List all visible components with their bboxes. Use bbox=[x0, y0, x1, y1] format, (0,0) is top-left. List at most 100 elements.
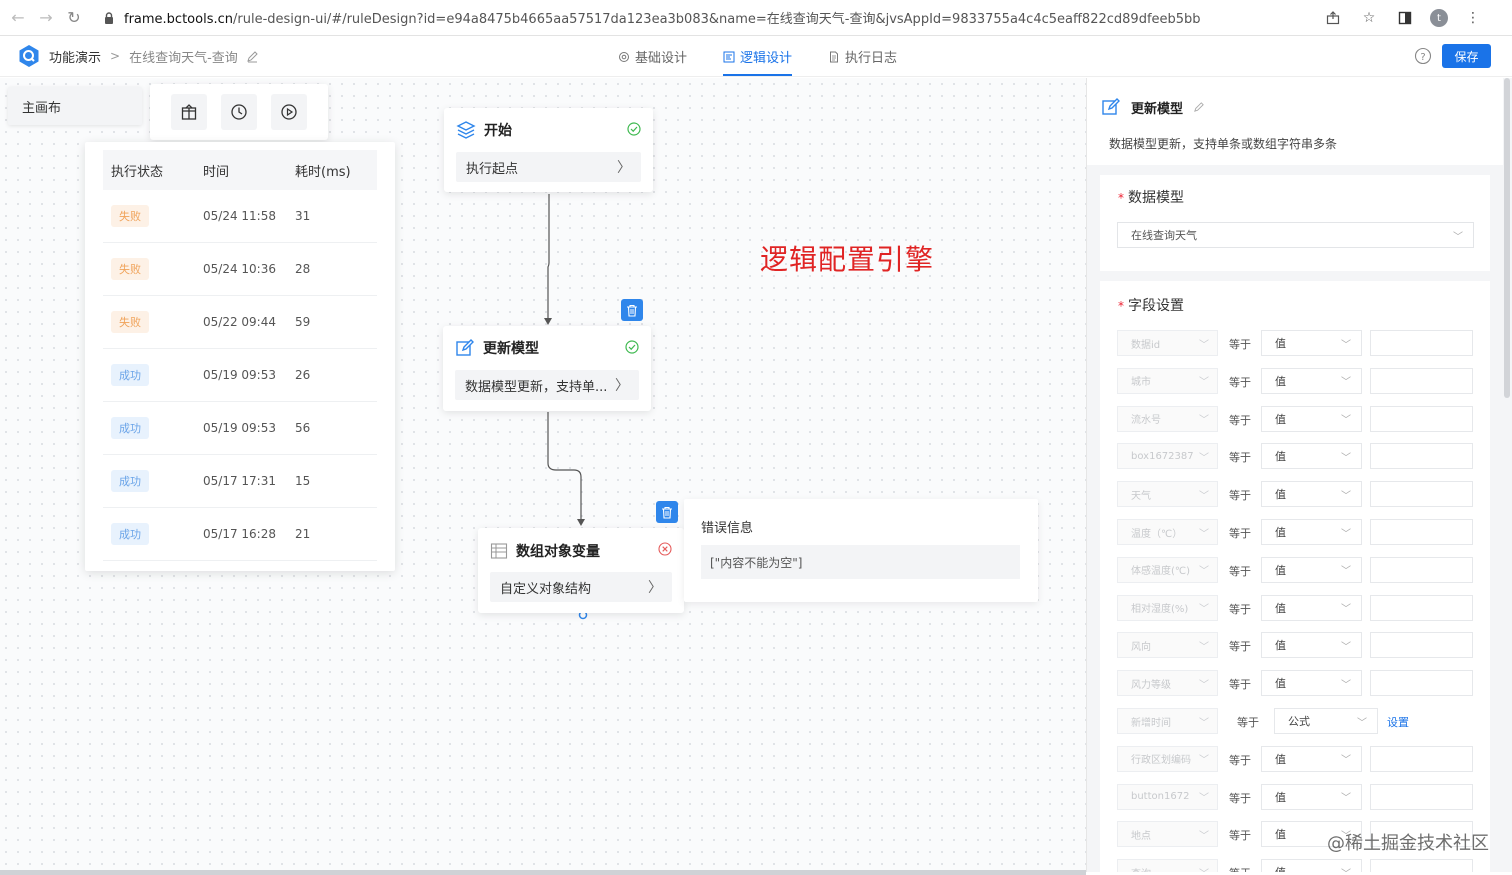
field-name-select[interactable]: 天气 ﹀ bbox=[1117, 481, 1218, 508]
chevron-down-icon: ﹀ bbox=[1341, 865, 1351, 872]
value-type-select[interactable]: 值﹀ bbox=[1261, 519, 1362, 545]
field-name-select[interactable]: 流水号 ﹀ bbox=[1117, 405, 1218, 432]
properties-title: 更新模型 bbox=[1101, 97, 1205, 117]
field-name-select[interactable]: 查询 ﹀ bbox=[1117, 859, 1218, 872]
field-value-input[interactable] bbox=[1370, 367, 1473, 394]
connector-update-array bbox=[547, 412, 582, 523]
value-type-select[interactable]: 值﹀ bbox=[1261, 859, 1362, 872]
field-row: 城市 ﹀ 等于值 ﹀ bbox=[1117, 367, 1477, 394]
share-icon[interactable] bbox=[1322, 7, 1344, 29]
equals-label: 等于 bbox=[1229, 338, 1251, 351]
field-row: 体感温度(℃) ﹀ 等于值 ﹀ bbox=[1117, 556, 1477, 583]
field-name-select[interactable]: 温度（℃） ﹀ bbox=[1117, 519, 1218, 545]
tab-logic-design[interactable]: 逻辑设计 bbox=[723, 36, 793, 77]
edit-pencil-icon[interactable] bbox=[1193, 101, 1205, 113]
value-type-select[interactable]: 值﹀ bbox=[1261, 443, 1362, 470]
field-value-input[interactable] bbox=[1370, 519, 1473, 545]
equals-label: 等于 bbox=[1229, 829, 1251, 843]
tab-basic-design[interactable]: 基础设计 bbox=[618, 36, 687, 77]
equals-label: 等于 bbox=[1229, 413, 1251, 427]
field-name-select[interactable]: 行政区划编码 ﹀ bbox=[1117, 745, 1218, 772]
equals-label: 等于 bbox=[1229, 451, 1251, 465]
vertical-scrollbar[interactable] bbox=[1504, 78, 1510, 398]
back-arrow-icon[interactable]: ← bbox=[4, 4, 32, 32]
chevron-down-icon: ﹀ bbox=[1341, 679, 1351, 691]
field-name-select[interactable]: 城市 ﹀ bbox=[1117, 367, 1218, 394]
node-body[interactable]: 执行起点 〉 bbox=[456, 152, 641, 182]
node-update-model[interactable]: 更新模型 数据模型更新，支持单... 〉 bbox=[443, 326, 651, 411]
node-array-object[interactable]: 数组对象变量 自定义对象结构 〉 bbox=[478, 528, 684, 613]
field-settings-label: * 字段设置 bbox=[1118, 295, 1184, 315]
value-type-select[interactable]: 值﹀ bbox=[1261, 481, 1362, 508]
edit-box-icon bbox=[1102, 98, 1120, 115]
value-type-select[interactable]: 值﹀ bbox=[1261, 745, 1362, 772]
horizontal-scrollbar[interactable] bbox=[0, 870, 1086, 875]
error-title: 错误信息 bbox=[701, 521, 754, 536]
value-type-select[interactable]: 值﹀ bbox=[1261, 330, 1362, 356]
flow-canvas[interactable]: 主画布 执行状态 时间 耗时(ms) 失败 05/24 11:58 31 失败 05/2… bbox=[0, 78, 1086, 872]
value-type-select[interactable]: 值﹀ bbox=[1261, 632, 1362, 659]
field-name-select[interactable]: 数据id ﹀ bbox=[1117, 330, 1218, 356]
field-value-input[interactable] bbox=[1370, 783, 1473, 810]
field-name-select[interactable]: button1672 ﹀ bbox=[1117, 783, 1218, 810]
field-name-select[interactable]: 地点 ﹀ bbox=[1117, 821, 1218, 848]
value-type-select[interactable]: 公式 ﹀ bbox=[1274, 708, 1378, 734]
field-name-select[interactable]: 体感温度(℃) ﹀ bbox=[1117, 556, 1218, 583]
field-value-input[interactable] bbox=[1370, 859, 1473, 872]
reload-icon[interactable]: ↻ bbox=[60, 4, 88, 32]
field-value-input[interactable] bbox=[1370, 556, 1473, 583]
trash-icon[interactable] bbox=[621, 299, 643, 321]
lock-icon bbox=[105, 11, 113, 24]
node-body[interactable]: 数据模型更新，支持单... 〉 bbox=[455, 370, 639, 400]
profile-avatar[interactable]: t bbox=[1430, 9, 1448, 27]
field-name-select[interactable]: 风向 ﹀ bbox=[1117, 632, 1218, 659]
field-value-input[interactable] bbox=[1370, 632, 1473, 659]
node-start[interactable]: 开始 执行起点 〉 bbox=[444, 108, 653, 192]
chevron-down-icon: ﹀ bbox=[1199, 566, 1209, 578]
data-model-select[interactable]: 在线查询天气 ﹀ bbox=[1117, 222, 1474, 248]
field-value-input[interactable] bbox=[1370, 405, 1473, 432]
edit-pencil-icon[interactable] bbox=[246, 50, 259, 63]
star-icon[interactable]: ☆ bbox=[1358, 7, 1380, 29]
trash-icon[interactable] bbox=[656, 501, 678, 523]
forward-arrow-icon[interactable]: → bbox=[32, 4, 60, 32]
field-name-select[interactable]: 风力等级 ﹀ bbox=[1117, 670, 1218, 697]
value-type-select[interactable]: 值﹀ bbox=[1261, 670, 1362, 697]
field-name-select[interactable]: box1672387 ﹀ bbox=[1117, 443, 1218, 470]
url-host: frame.bctools.cn bbox=[124, 12, 233, 27]
document-icon bbox=[830, 51, 839, 62]
value-type-select[interactable]: 值﹀ bbox=[1261, 405, 1362, 432]
field-name-select[interactable]: 相对湿度(%) ﹀ bbox=[1117, 594, 1218, 621]
equals-label: 等于 bbox=[1229, 753, 1251, 767]
formula-settings-link[interactable]: 设置 bbox=[1387, 714, 1409, 730]
field-value-input[interactable] bbox=[1370, 670, 1473, 697]
breadcrumb-root[interactable]: 功能演示 bbox=[49, 47, 101, 66]
field-name-text: 地点 bbox=[1131, 830, 1151, 842]
value-type-text: 值 bbox=[1275, 450, 1286, 464]
connector-arrowhead bbox=[544, 318, 552, 325]
field-value-input[interactable] bbox=[1370, 594, 1473, 621]
node-body[interactable]: 自定义对象结构 〉 bbox=[490, 572, 672, 602]
field-value-input[interactable] bbox=[1370, 481, 1473, 508]
more-menu-icon[interactable]: ⋮ bbox=[1462, 7, 1484, 29]
chevron-right-icon: 〉 bbox=[617, 160, 631, 176]
save-button[interactable]: 保存 bbox=[1442, 44, 1491, 68]
value-type-select[interactable]: 值﹀ bbox=[1261, 556, 1362, 583]
chevron-down-icon: ﹀ bbox=[1341, 339, 1351, 351]
table-icon bbox=[490, 543, 508, 559]
help-icon[interactable]: ? bbox=[1414, 47, 1432, 65]
sidebar-toggle-icon[interactable] bbox=[1394, 7, 1416, 29]
field-value-input[interactable] bbox=[1370, 330, 1473, 356]
address-bar[interactable]: frame.bctools.cn/rule-design-ui/#/ruleDe… bbox=[102, 4, 1352, 32]
tab-execution-log[interactable]: 执行日志 bbox=[828, 36, 897, 77]
value-type-select[interactable]: 值﹀ bbox=[1261, 367, 1362, 394]
chevron-down-icon: ﹀ bbox=[1199, 679, 1209, 691]
connector-arrowhead bbox=[577, 519, 585, 526]
value-type-text: 值 bbox=[1275, 337, 1286, 350]
field-value-input[interactable] bbox=[1370, 745, 1473, 772]
value-type-select[interactable]: 值﹀ bbox=[1261, 783, 1362, 810]
field-value-input[interactable] bbox=[1370, 443, 1473, 470]
value-type-select[interactable]: 值﹀ bbox=[1261, 594, 1362, 621]
field-name-select[interactable]: 新增时间 ﹀ bbox=[1117, 708, 1218, 734]
check-circle-icon bbox=[627, 122, 641, 136]
